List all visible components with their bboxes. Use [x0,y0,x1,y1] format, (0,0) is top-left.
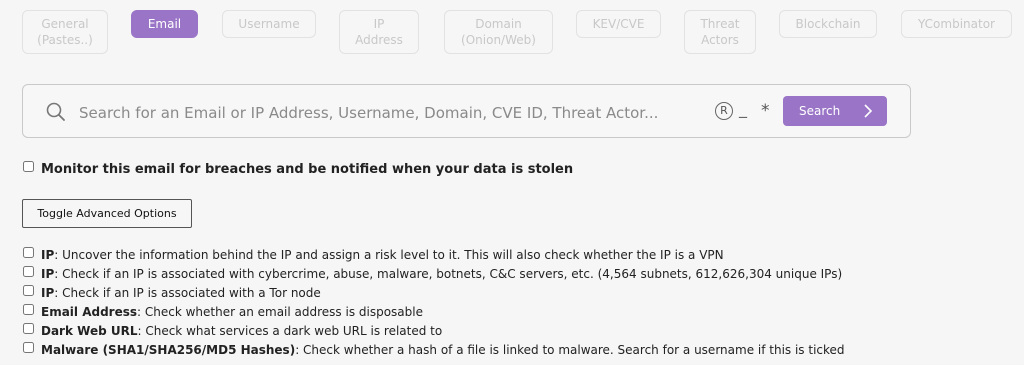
option-ip-cybercrime: IP: Check if an IP is associated with cy… [41,267,842,281]
tab-label-line1: IP [373,17,385,31]
option-title: Email Address [41,305,138,319]
option-title: IP [41,248,55,262]
regex-toggle-icon[interactable]: R [715,102,733,120]
monitor-email-label: Monitor this email for breaches and be n… [41,162,574,177]
option-checkbox-malware-hash[interactable] [23,342,34,353]
tab-label-line2: (Pastes..) [37,33,93,47]
option-desc: : Check if an IP is associated with a To… [54,286,321,300]
option-title: IP [41,286,55,300]
tab-label-line1: Domain [475,17,522,31]
search-button-label: Search [799,104,841,118]
tab-label-line1: Threat [700,17,740,31]
option-desc: : Uncover the information behind the IP … [54,248,724,262]
tab-threat-actors[interactable]: Threat Actors [684,10,756,54]
option-desc: : Check whether an email address is disp… [137,305,423,319]
option-desc: : Check what services a dark web URL is … [137,324,443,338]
option-title: Malware (SHA1/SHA256/MD5 Hashes) [41,343,296,357]
toggle-advanced-options-button[interactable]: Toggle Advanced Options [22,199,192,228]
option-email-disposable: Email Address: Check whether an email ad… [41,305,423,319]
tab-ip-address[interactable]: IP Address [339,10,419,54]
tab-label: KEV/CVE [592,17,645,31]
tab-username[interactable]: Username [222,10,316,38]
underscore-toggle-icon[interactable]: _ [739,99,747,118]
search-icon [46,102,65,121]
tab-general-pastes[interactable]: General (Pastes..) [22,10,108,54]
wildcard-toggle-icon[interactable]: * [761,101,770,121]
option-title: Dark Web URL [41,324,138,338]
option-ip-tor: IP: Check if an IP is associated with a … [41,286,321,300]
tab-label-line2: (Onion/Web) [461,33,536,47]
tab-kev-cve[interactable]: KEV/CVE [576,10,661,38]
option-malware-hash: Malware (SHA1/SHA256/MD5 Hashes): Check … [41,343,845,357]
tab-label: Blockchain [795,17,861,31]
option-checkbox-ip-tor[interactable] [23,285,34,296]
tab-blockchain[interactable]: Blockchain [779,10,877,38]
tab-label: Username [238,17,300,31]
option-title: IP [41,267,55,281]
option-ip-risk: IP: Uncover the information behind the I… [41,248,724,262]
search-input[interactable] [77,97,701,129]
tab-label: Email [147,17,182,31]
tab-domain-onion-web[interactable]: Domain (Onion/Web) [444,10,553,54]
chevron-right-icon [864,104,873,118]
search-bar: R _ * Search [22,84,911,138]
tab-label: YCombinator [918,17,995,31]
option-checkbox-ip-cybercrime[interactable] [23,266,34,277]
option-desc: : Check if an IP is associated with cybe… [54,267,843,281]
tab-label-line2: Actors [701,33,739,47]
tab-email[interactable]: Email [131,10,198,38]
tab-label-line1: General [41,17,89,31]
tab-ycombinator[interactable]: YCombinator [901,10,1012,38]
option-checkbox-dark-web-url[interactable] [23,323,34,334]
option-dark-web-url: Dark Web URL: Check what services a dark… [41,324,442,338]
tab-label-line2: Address [355,33,403,47]
search-button[interactable]: Search [783,96,887,126]
option-checkbox-ip-risk[interactable] [23,247,34,258]
option-checkbox-email-disposable[interactable] [23,304,34,315]
monitor-email-checkbox[interactable] [23,161,34,172]
option-desc: : Check whether a hash of a file is link… [295,343,845,357]
